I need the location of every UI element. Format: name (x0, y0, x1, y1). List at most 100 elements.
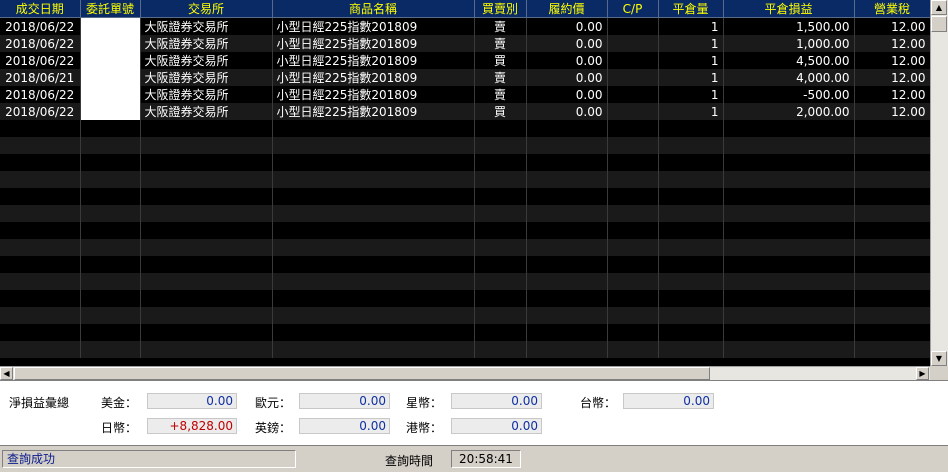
cell-order (80, 324, 141, 341)
col-header-tax[interactable]: 營業稅 (854, 0, 930, 18)
cell-tax (854, 171, 930, 188)
scroll-down-icon[interactable]: ▼ (931, 351, 947, 366)
cell-product (272, 120, 475, 137)
cell-tax (854, 222, 930, 239)
cell-side: 賣 (474, 17, 527, 35)
cell-qty (658, 154, 724, 171)
cell-pnl: 2,000.00 (723, 103, 855, 120)
cell-pnl (723, 171, 855, 188)
table-row[interactable]: 2018/06/22 大阪證券交易所 小型日經225指數201809 賣 0.00 1 1,… (0, 35, 930, 52)
col-header-order[interactable]: 委託單號 (80, 0, 141, 18)
cell-strike: 0.00 (526, 17, 608, 35)
cell-tax (854, 273, 930, 290)
scroll-thumb[interactable] (931, 16, 947, 32)
col-header-exchange[interactable]: 交易所 (140, 0, 273, 18)
cell-side (474, 222, 527, 239)
cell-side (474, 137, 527, 154)
cell-strike (526, 290, 608, 307)
cell-product (272, 222, 475, 239)
cell-order (80, 69, 141, 86)
empty-row (0, 341, 930, 358)
cell-pnl (723, 341, 855, 358)
cell-cp (607, 307, 659, 324)
cell-side (474, 256, 527, 273)
cell-order (80, 171, 141, 188)
cell-date (0, 341, 81, 358)
empty-row (0, 188, 930, 205)
cell-qty (658, 273, 724, 290)
cell-side (474, 171, 527, 188)
cell-order (80, 222, 141, 239)
cell-strike (526, 154, 608, 171)
cell-date: 2018/06/21 (0, 69, 81, 86)
cell-order (80, 290, 141, 307)
cell-order (80, 35, 141, 52)
col-header-strike[interactable]: 履約價 (526, 0, 608, 18)
empty-row (0, 137, 930, 154)
col-header-qty[interactable]: 平倉量 (658, 0, 724, 18)
col-header-cp[interactable]: C/P (607, 0, 659, 18)
hkd-value: 0.00 (451, 418, 542, 434)
cell-qty: 1 (658, 17, 724, 35)
cell-strike (526, 137, 608, 154)
table-row[interactable]: 2018/06/22 大阪證券交易所 小型日經225指數201809 買 0.00 1 4,… (0, 52, 930, 69)
cell-exchange (140, 239, 273, 256)
cell-strike (526, 188, 608, 205)
scroll-left-icon[interactable]: ◀ (0, 367, 13, 380)
header-row: 成交日期 委託單號 交易所 商品名稱 買賣別 履約價 C/P 平倉量 平倉損益 … (0, 0, 930, 18)
empty-row (0, 171, 930, 188)
cell-cp (607, 239, 659, 256)
empty-row (0, 154, 930, 171)
cell-cp (607, 290, 659, 307)
horizontal-scrollbar[interactable]: ◀ ▶ (0, 366, 930, 380)
cell-date: 2018/06/22 (0, 52, 81, 69)
col-header-product[interactable]: 商品名稱 (272, 0, 475, 18)
cell-order (80, 120, 141, 137)
eur-value: 0.00 (299, 393, 390, 409)
summary-title: 淨損益彙總 (9, 396, 70, 410)
cell-pnl (723, 273, 855, 290)
cell-date (0, 154, 81, 171)
cell-strike (526, 171, 608, 188)
cell-tax (854, 341, 930, 358)
scrollbar-corner (930, 366, 948, 380)
cell-product: 小型日經225指數201809 (272, 86, 475, 103)
scroll-right-icon[interactable]: ▶ (916, 367, 929, 380)
cell-order (80, 188, 141, 205)
cell-tax (854, 188, 930, 205)
gbp-value: 0.00 (299, 418, 390, 434)
cell-order (80, 52, 141, 69)
cell-pnl (723, 205, 855, 222)
cell-qty (658, 120, 724, 137)
col-header-date[interactable]: 成交日期 (0, 0, 81, 18)
empty-row (0, 222, 930, 239)
table-row[interactable]: 2018/06/21 大阪證券交易所 小型日經225指數201809 賣 0.00 1 4,… (0, 69, 930, 86)
empty-row (0, 256, 930, 273)
cell-side (474, 273, 527, 290)
cell-exchange (140, 120, 273, 137)
net-pnl-summary: 淨損益彙總 美金： 0.00 歐元： 0.00 星幣： 0.00 台幣： 0.0… (0, 380, 948, 446)
table-row[interactable]: 2018/06/22 大阪證券交易所 小型日經225指數201809 賣 0.00 1 -5… (0, 86, 930, 103)
cell-strike (526, 256, 608, 273)
cell-qty (658, 290, 724, 307)
cell-tax: 12.00 (854, 103, 930, 120)
table-row[interactable]: 2018/06/22 大阪證券交易所 小型日經225指數201809 賣 0.00 1 1,… (0, 17, 930, 35)
cell-qty (658, 137, 724, 154)
cell-strike: 0.00 (526, 52, 608, 69)
table-row[interactable]: 2018/06/22 大阪證券交易所 小型日經225指數201809 買 0.00 1 2,… (0, 103, 930, 120)
cell-cp (607, 120, 659, 137)
horizontal-scroll-thumb[interactable] (14, 367, 710, 380)
cell-tax (854, 205, 930, 222)
scroll-up-icon[interactable]: ▲ (931, 0, 947, 15)
cell-product (272, 256, 475, 273)
vertical-scrollbar[interactable]: ▲ ▼ (930, 0, 948, 366)
jpy-value: +8,828.00 (147, 418, 237, 434)
cell-cp (607, 154, 659, 171)
cell-side: 賣 (474, 69, 527, 86)
cell-tax (854, 256, 930, 273)
col-header-side[interactable]: 買賣別 (474, 0, 527, 18)
cell-pnl (723, 239, 855, 256)
col-header-pnl[interactable]: 平倉損益 (723, 0, 855, 18)
cell-exchange: 大阪證券交易所 (140, 69, 273, 86)
cell-tax: 12.00 (854, 86, 930, 103)
